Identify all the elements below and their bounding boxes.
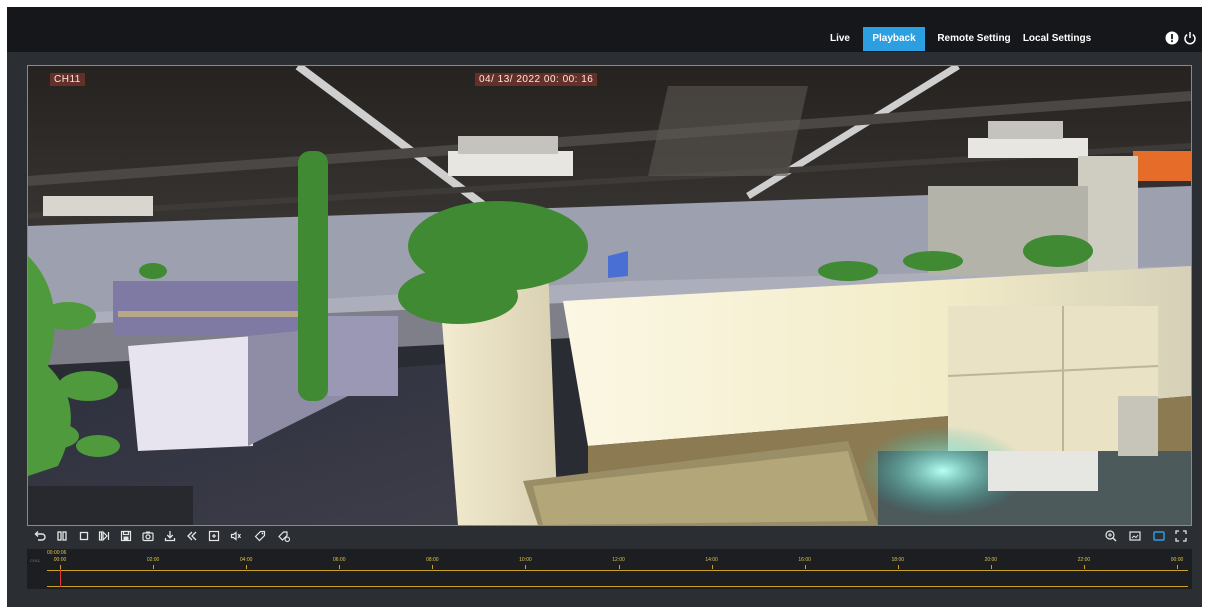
pause-icon[interactable] xyxy=(55,529,69,543)
rewind-icon[interactable] xyxy=(185,529,199,543)
single-screen-icon[interactable] xyxy=(1152,529,1166,543)
info-icon[interactable] xyxy=(1165,31,1179,45)
timeline-tick xyxy=(618,565,620,569)
camera-image xyxy=(28,66,1191,525)
playback-controls xyxy=(27,526,1192,548)
timeline-tick xyxy=(339,565,341,569)
tab-playback[interactable]: Playback xyxy=(863,27,925,51)
timeline-tick-label: 02:00 xyxy=(146,557,160,563)
timeline-tick xyxy=(804,565,806,569)
snapshot-icon[interactable] xyxy=(141,529,155,543)
tag-settings-icon[interactable] xyxy=(277,529,291,543)
timeline-tick xyxy=(432,565,434,569)
download-icon[interactable] xyxy=(163,529,177,543)
timeline-tick-label: 00:00 xyxy=(53,557,67,563)
video-frame[interactable]: CH11 04/ 13/ 2022 00: 00: 16 xyxy=(27,65,1192,526)
fullscreen-icon[interactable] xyxy=(1174,529,1188,543)
timeline-tick xyxy=(897,565,899,569)
timeline-tick-label: 12:00 xyxy=(612,557,625,563)
timeline-track-top xyxy=(47,570,1188,571)
timeline-tick-label: 22:00 xyxy=(1077,557,1091,563)
fit-screen-icon[interactable] xyxy=(1128,529,1142,543)
tab-local-settings[interactable]: Local Settings xyxy=(1017,27,1097,51)
tag-icon[interactable] xyxy=(253,529,267,543)
zoom-icon[interactable] xyxy=(1104,529,1118,543)
return-icon[interactable] xyxy=(33,529,47,543)
timeline-tick-label: 00:00 xyxy=(1170,557,1184,563)
timeline[interactable]: CH11 00:00:06 00:00 02:00 04:00 06:00 08:00 1… xyxy=(27,549,1192,589)
top-bar: Live Playback Remote Setting Local Setti… xyxy=(7,7,1202,52)
tab-live[interactable]: Live xyxy=(823,27,857,51)
timeline-tick-label: 08:00 xyxy=(426,557,439,563)
playback-app: Live Playback Remote Setting Local Setti… xyxy=(7,7,1202,607)
timeline-tick-label: 10:00 xyxy=(519,557,532,563)
stop-icon[interactable] xyxy=(77,529,91,543)
power-icon[interactable] xyxy=(1183,31,1197,45)
timeline-tick xyxy=(990,565,992,569)
timeline-tick-label: 20:00 xyxy=(984,557,998,563)
timeline-tick-label: 06:00 xyxy=(332,557,346,563)
timeline-tick-label: 18:00 xyxy=(891,557,905,563)
timeline-tick xyxy=(525,565,527,569)
timeline-row-label: CH11 xyxy=(30,558,40,563)
timeline-track-bottom xyxy=(47,586,1188,587)
timeline-tick-label: 14:00 xyxy=(705,557,718,563)
timeline-tick xyxy=(1083,565,1085,569)
timeline-playhead[interactable] xyxy=(60,567,61,587)
next-frame-icon[interactable] xyxy=(97,529,111,543)
save-icon[interactable] xyxy=(119,529,133,543)
timeline-tick xyxy=(1177,565,1178,569)
tab-remote-setting[interactable]: Remote Setting xyxy=(937,27,1011,51)
video-timestamp: 04/ 13/ 2022 00: 00: 16 xyxy=(475,73,598,86)
volume-icon[interactable] xyxy=(229,529,243,543)
timeline-tick xyxy=(711,565,713,569)
clip-icon[interactable] xyxy=(207,529,221,543)
timeline-tick-label: 04:00 xyxy=(239,557,253,563)
timeline-current-time: 00:00:06 xyxy=(47,550,67,556)
channel-label: CH11 xyxy=(50,73,85,86)
timeline-tick xyxy=(60,565,61,569)
timeline-tick-label: 16:00 xyxy=(798,557,811,563)
timeline-tick xyxy=(246,565,248,569)
timeline-tick xyxy=(153,565,155,569)
